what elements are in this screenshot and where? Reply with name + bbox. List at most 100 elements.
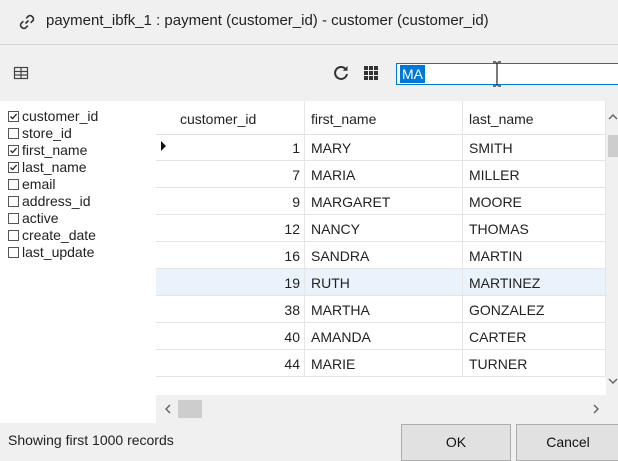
horizontal-scroll-thumb[interactable] — [178, 400, 202, 418]
check-icon — [10, 147, 18, 154]
cell-customer-id[interactable]: 16 — [174, 242, 305, 269]
column-option-label: first_name — [22, 142, 88, 158]
cell-last-name[interactable]: TURNER — [463, 350, 606, 377]
cell-first-name[interactable]: MARIE — [305, 350, 463, 377]
grid-layout-button[interactable] — [10, 62, 32, 84]
chevron-right-icon[interactable] — [592, 404, 600, 414]
current-row-indicator-icon — [161, 141, 166, 151]
table-row[interactable]: 12 NANCY THOMAS — [156, 215, 606, 242]
column-option[interactable]: last_update — [8, 244, 94, 260]
cell-customer-id[interactable]: 40 — [174, 323, 305, 350]
cell-first-name[interactable]: AMANDA — [305, 323, 463, 350]
cell-customer-id[interactable]: 12 — [174, 215, 305, 242]
table-row[interactable]: 16 SANDRA MARTIN — [156, 242, 606, 269]
cell-customer-id[interactable]: 9 — [174, 188, 305, 215]
column-option-label: active — [22, 210, 59, 226]
column-checkbox[interactable] — [8, 144, 19, 156]
grid-view-button[interactable] — [360, 62, 382, 84]
cell-last-name[interactable]: MARTINEZ — [463, 269, 606, 296]
table-row[interactable]: 40 AMANDA CARTER — [156, 323, 606, 350]
row-header[interactable] — [156, 350, 174, 377]
column-option-label: last_name — [22, 159, 87, 175]
cell-last-name[interactable]: MOORE — [463, 188, 606, 215]
cell-first-name[interactable]: RUTH — [305, 269, 463, 296]
status-text: Showing first 1000 records — [8, 432, 174, 448]
check-icon — [10, 164, 18, 171]
grid-header: customer_id first_name last_name — [156, 101, 606, 135]
cell-first-name[interactable]: MARIA — [305, 161, 463, 188]
grid-layout-icon — [13, 66, 29, 80]
column-checkbox[interactable] — [8, 110, 19, 122]
cell-customer-id[interactable]: 38 — [174, 296, 305, 323]
column-header[interactable]: first_name — [305, 101, 463, 134]
cell-last-name[interactable]: THOMAS — [463, 215, 606, 242]
search-input[interactable]: MA — [396, 61, 618, 87]
grid-icon — [364, 66, 378, 80]
table-row[interactable]: 19 RUTH MARTINEZ — [156, 269, 606, 296]
refresh-button[interactable] — [330, 62, 352, 84]
title-bar: payment_ibfk_1 : payment (customer_id) -… — [0, 0, 618, 45]
table-row[interactable]: 9 MARGARET MOORE — [156, 188, 606, 215]
row-header[interactable] — [156, 215, 174, 242]
cell-first-name[interactable]: NANCY — [305, 215, 463, 242]
window-title: payment_ibfk_1 : payment (customer_id) -… — [46, 12, 489, 29]
table-row[interactable]: 38 MARTHA GONZALEZ — [156, 296, 606, 323]
table-row[interactable]: 44 MARIE TURNER — [156, 350, 606, 377]
row-header[interactable] — [156, 134, 174, 161]
column-checkbox[interactable] — [8, 195, 19, 207]
cell-last-name[interactable]: GONZALEZ — [463, 296, 606, 323]
cell-customer-id[interactable]: 1 — [174, 134, 305, 161]
cell-customer-id[interactable]: 19 — [174, 269, 305, 296]
chevron-down-icon[interactable] — [608, 377, 618, 385]
column-option[interactable]: address_id — [8, 193, 91, 209]
table-row[interactable]: 1 MARY SMITH — [156, 134, 606, 161]
vertical-scrollbar[interactable] — [606, 101, 618, 395]
column-checkbox[interactable] — [8, 246, 19, 258]
row-header[interactable] — [156, 269, 174, 296]
column-header[interactable]: customer_id — [174, 101, 305, 134]
cell-customer-id[interactable]: 7 — [174, 161, 305, 188]
chevron-up-icon[interactable] — [608, 113, 618, 121]
row-header[interactable] — [156, 323, 174, 350]
column-option[interactable]: active — [8, 210, 59, 226]
cell-last-name[interactable]: MILLER — [463, 161, 606, 188]
cell-last-name[interactable]: MARTIN — [463, 242, 606, 269]
cell-first-name[interactable]: MARTHA — [305, 296, 463, 323]
column-checkbox[interactable] — [8, 212, 19, 224]
refresh-icon — [334, 65, 348, 80]
column-option-label: store_id — [22, 125, 72, 141]
row-header[interactable] — [156, 296, 174, 323]
cell-customer-id[interactable]: 44 — [174, 350, 305, 377]
cell-first-name[interactable]: MARY — [305, 134, 463, 161]
cell-last-name[interactable]: SMITH — [463, 134, 606, 161]
column-checkbox[interactable] — [8, 229, 19, 241]
column-option[interactable]: first_name — [8, 142, 87, 158]
column-checkbox[interactable] — [8, 127, 19, 139]
cell-first-name[interactable]: SANDRA — [305, 242, 463, 269]
cancel-button[interactable]: Cancel — [516, 424, 618, 461]
text-cursor-icon — [493, 61, 501, 87]
column-option[interactable]: customer_id — [8, 108, 98, 124]
row-header[interactable] — [156, 242, 174, 269]
row-header[interactable] — [156, 161, 174, 188]
vertical-scroll-thumb[interactable] — [608, 135, 618, 157]
column-checkbox[interactable] — [8, 178, 19, 190]
columns-panel: customer_id store_id first_name last_name em… — [0, 101, 156, 423]
column-option-label: create_date — [22, 227, 96, 243]
row-header[interactable] — [156, 188, 174, 215]
cell-first-name[interactable]: MARGARET — [305, 188, 463, 215]
column-option-label: address_id — [22, 193, 91, 209]
column-option-label: customer_id — [22, 108, 99, 124]
ok-button[interactable]: OK — [401, 424, 511, 461]
column-checkbox[interactable] — [8, 161, 19, 173]
column-header[interactable]: last_name — [463, 101, 606, 134]
cell-last-name[interactable]: CARTER — [463, 323, 606, 350]
table-row[interactable]: 7 MARIA MILLER — [156, 161, 606, 188]
chevron-left-icon[interactable] — [164, 404, 172, 414]
column-option-label: last_update — [22, 244, 95, 260]
horizontal-scrollbar[interactable] — [156, 395, 618, 423]
column-option[interactable]: email — [8, 176, 55, 192]
column-option[interactable]: last_name — [8, 159, 87, 175]
column-option[interactable]: store_id — [8, 125, 72, 141]
column-option[interactable]: create_date — [8, 227, 96, 243]
